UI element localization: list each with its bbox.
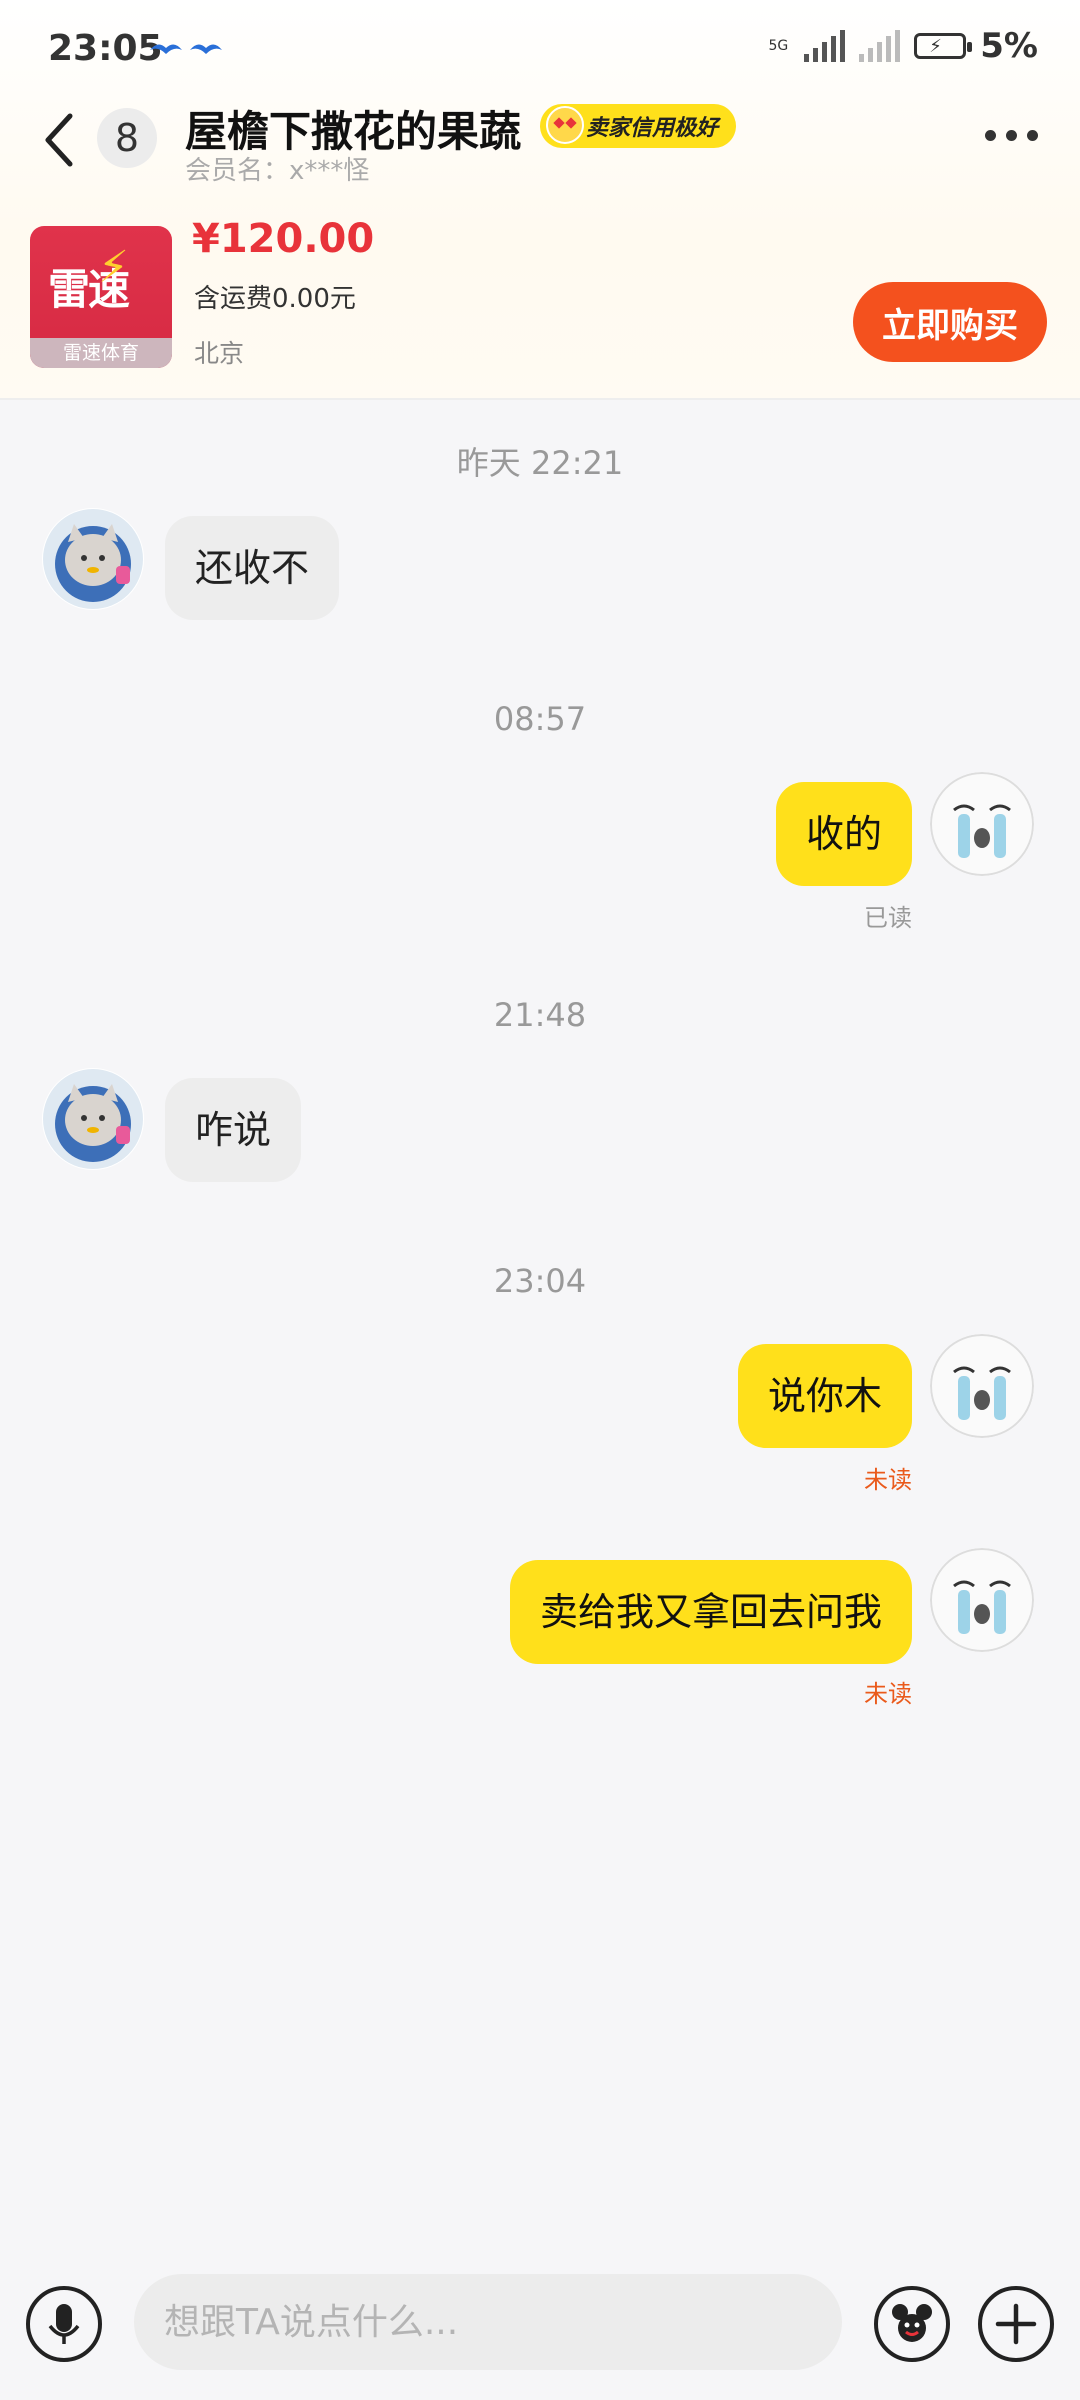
product-price: ¥120.00: [192, 216, 375, 262]
incoming-message-bubble[interactable]: 还收不: [165, 516, 340, 620]
outgoing-message-bubble[interactable]: 收的: [775, 782, 912, 886]
notification-bird-icon: [150, 44, 182, 54]
message-timestamp: 昨天 22:21: [456, 444, 624, 482]
battery-percent: 5%: [980, 26, 1038, 66]
seller-credit-badge[interactable]: 卖家信用极好: [540, 104, 737, 148]
product-image[interactable]: 雷速 ⚡ 雷速体育: [30, 226, 172, 368]
message-timestamp: 23:04: [493, 1262, 587, 1300]
product-image-caption: 雷速体育: [30, 338, 172, 368]
microphone-icon[interactable]: [26, 2286, 102, 2362]
signal-strength-secondary-icon: [859, 30, 901, 62]
more-options-icon[interactable]: [985, 130, 1038, 141]
chat-header: 23:05 5G ⚡ 5% 8 屋檐下撒花的果蔬 卖家信用极好 会员名：x***…: [0, 0, 1080, 400]
header-divider: [0, 398, 1080, 400]
unread-count-badge[interactable]: 8: [97, 108, 157, 168]
signal-strength-icon: [804, 30, 846, 62]
incoming-message-bubble[interactable]: 咋说: [165, 1078, 302, 1182]
shipping-info: 含运费0.00元: [194, 284, 356, 314]
my-avatar[interactable]: [930, 1334, 1034, 1438]
heart-eyes-emoji-icon: [546, 106, 584, 144]
notification-bird-icon: [190, 44, 222, 54]
read-status: 已读: [864, 904, 912, 932]
status-bar: 23:05 5G ⚡ 5%: [0, 0, 1080, 100]
unread-status: 未读: [864, 1466, 912, 1494]
outgoing-message-bubble[interactable]: 说你木: [737, 1344, 912, 1448]
back-icon[interactable]: [40, 110, 80, 170]
unread-status: 未读: [864, 1680, 912, 1708]
buy-now-button[interactable]: 立即购买: [853, 282, 1047, 362]
my-avatar[interactable]: [930, 1548, 1034, 1652]
product-location: 北京: [194, 339, 245, 368]
my-avatar[interactable]: [930, 772, 1034, 876]
input-bar: [0, 2270, 1080, 2400]
message-input[interactable]: [134, 2274, 842, 2370]
battery-icon: ⚡: [914, 33, 973, 59]
seller-avatar[interactable]: [42, 508, 144, 610]
status-icons: 5G ⚡ 5%: [769, 26, 1039, 66]
add-attachment-icon[interactable]: [978, 2286, 1054, 2362]
message-timestamp: 08:57: [493, 700, 587, 738]
credit-badge-label: 卖家信用极好: [586, 116, 719, 141]
lightning-icon: ⚡: [98, 242, 129, 293]
member-name: 会员名：x***怪: [185, 156, 370, 186]
emoji-icon[interactable]: [874, 2286, 950, 2362]
status-time: 23:05: [48, 28, 163, 69]
network-type-label: 5G: [768, 38, 789, 54]
outgoing-message-bubble[interactable]: 卖给我又拿回去问我: [509, 1560, 912, 1664]
seller-avatar[interactable]: [42, 1068, 144, 1170]
message-timestamp: 21:48: [493, 996, 587, 1034]
